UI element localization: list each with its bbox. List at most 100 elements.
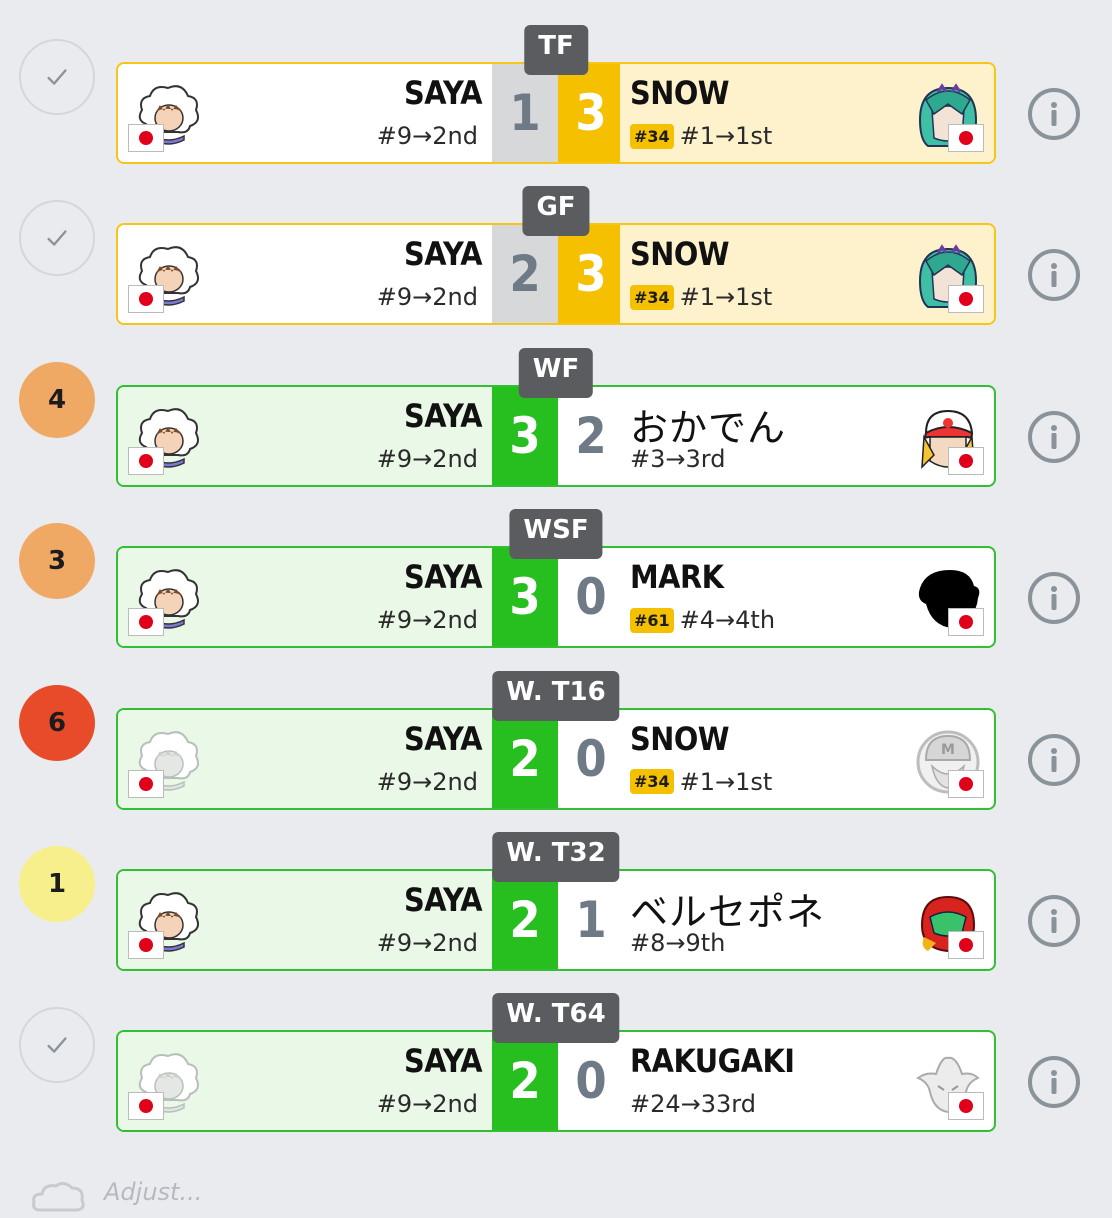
opponent-seed: #4→4th bbox=[679, 606, 776, 635]
badge-number: 3 bbox=[47, 546, 67, 577]
player-panel[interactable]: SAYA #9→2nd bbox=[118, 386, 492, 485]
opponent-seed-line: #34 #1→1st bbox=[630, 768, 772, 796]
match-status-badge[interactable]: 4 bbox=[19, 361, 95, 438]
info-icon bbox=[1051, 102, 1057, 126]
match-card[interactable]: SAYA #9→2nd 2 1 ベルセポネ #8→9th bbox=[116, 869, 996, 971]
match-status-badge[interactable] bbox=[19, 39, 95, 115]
player-name: SAYA bbox=[403, 719, 483, 758]
player-panel[interactable]: SAYA #9→2nd bbox=[118, 1032, 492, 1131]
match-card[interactable]: SAYA #9→2nd 3 0 MARK #61 #4→4th bbox=[116, 546, 996, 649]
player-seed-text: #9→2nd bbox=[376, 1090, 478, 1119]
japan-flag-icon bbox=[948, 446, 984, 475]
info-button[interactable] bbox=[1028, 572, 1080, 625]
info-button[interactable] bbox=[1028, 733, 1080, 786]
opponent-seed: #8→9th bbox=[630, 929, 726, 957]
opponent-score: 0 bbox=[558, 1032, 624, 1131]
japan-flag-icon bbox=[948, 124, 984, 152]
opponent-name: おかでん bbox=[630, 405, 787, 450]
opponent-panel[interactable]: SNOW #34 #1→1st M bbox=[620, 710, 994, 808]
player-name: SAYA bbox=[403, 396, 483, 435]
opponent-panel[interactable]: SNOW #34 #1→1st bbox=[620, 225, 994, 324]
svg-text:M: M bbox=[941, 742, 955, 758]
player-seed-text: #9→2nd bbox=[376, 444, 478, 473]
player-seed-text: #9→2nd bbox=[376, 929, 478, 957]
player-seed: #9→2nd bbox=[377, 929, 478, 957]
opponent-seed-line: #61 #4→4th bbox=[630, 606, 775, 634]
match-status-badge[interactable] bbox=[19, 1007, 95, 1084]
player-name: SAYA bbox=[403, 558, 483, 597]
round-label: W. T16 bbox=[492, 670, 620, 721]
match-card[interactable]: SAYA #9→2nd 2 0 SNOW #34 #1→1st M bbox=[116, 707, 996, 810]
cloud-icon bbox=[32, 1181, 85, 1212]
match-status-badge[interactable]: 6 bbox=[19, 684, 95, 761]
match-status-badge[interactable]: 1 bbox=[19, 846, 95, 922]
round-label: WSF bbox=[509, 509, 603, 560]
info-button[interactable] bbox=[1028, 88, 1080, 140]
opponent-name: RAKUGAKI bbox=[630, 1042, 795, 1081]
match-row[interactable]: 3 SAYA #9→2nd 3 0 MARK #61 #4→4th WSF bbox=[0, 484, 1112, 649]
match-status-badge[interactable] bbox=[19, 200, 95, 277]
opponent-score: 0 bbox=[558, 548, 624, 647]
opponent-seed: #1→1st bbox=[679, 283, 773, 312]
player-seed: #9→2nd bbox=[377, 1090, 478, 1118]
opponent-panel[interactable]: おかでん #3→3rd bbox=[620, 387, 994, 485]
player-score: 1 bbox=[492, 64, 558, 162]
match-card[interactable]: SAYA #9→2nd 3 2 おかでん #3→3rd bbox=[116, 384, 996, 487]
opponent-seed: #1→1st bbox=[679, 122, 773, 150]
opponent-rank-badge: #34 bbox=[630, 769, 674, 795]
player-seed-text: #9→2nd bbox=[376, 767, 478, 796]
player-score: 3 bbox=[492, 386, 558, 485]
info-icon bbox=[1051, 909, 1057, 933]
info-icon bbox=[1051, 586, 1057, 611]
round-label: W. T64 bbox=[492, 993, 620, 1044]
opponent-panel[interactable]: SNOW #34 #1→1st bbox=[620, 64, 994, 162]
footer-hint: Adjust... bbox=[30, 1178, 1030, 1212]
japan-flag-icon bbox=[128, 285, 164, 314]
player-panel[interactable]: SAYA #9→2nd bbox=[118, 709, 492, 808]
opponent-score: 1 bbox=[558, 871, 624, 969]
round-label: TF bbox=[524, 25, 588, 75]
opponent-panel[interactable]: ベルセポネ #8→9th bbox=[620, 871, 994, 969]
player-seed: #9→2nd bbox=[377, 122, 478, 150]
info-button[interactable] bbox=[1028, 895, 1080, 947]
japan-flag-icon bbox=[128, 931, 164, 959]
match-card[interactable]: SAYA #9→2nd 2 0 RAKUGAKI #24→33rd bbox=[116, 1030, 996, 1133]
opponent-score: 0 bbox=[558, 709, 624, 808]
opponent-name: SNOW bbox=[630, 74, 730, 112]
match-row[interactable]: SAYA #9→2nd 2 0 RAKUGAKI #24→33rd W. T64 bbox=[0, 968, 1112, 1133]
japan-flag-icon bbox=[128, 124, 164, 152]
player-panel[interactable]: SAYA #9→2nd bbox=[118, 225, 492, 323]
match-row[interactable]: 4 SAYA #9→2nd 3 2 おかでん #3→3rd WF bbox=[0, 323, 1112, 487]
opponent-panel[interactable]: MARK #61 #4→4th bbox=[620, 548, 994, 646]
player-seed: #9→2nd bbox=[377, 606, 478, 634]
japan-flag-icon bbox=[128, 769, 164, 798]
match-status-badge[interactable]: 3 bbox=[19, 523, 95, 600]
checkmark-icon bbox=[47, 230, 67, 247]
player-seed: #9→2nd bbox=[377, 768, 478, 796]
round-label: GF bbox=[522, 186, 590, 237]
match-row[interactable]: 1 SAYA #9→2nd 2 1 ベルセポネ #8→9th W. T32 bbox=[0, 807, 1112, 971]
match-card[interactable]: SAYA #9→2nd 2 3 SNOW #34 #1→1st bbox=[116, 223, 996, 326]
info-button[interactable] bbox=[1028, 410, 1080, 463]
checkmark-icon bbox=[47, 69, 67, 85]
opponent-seed-line: #8→9th bbox=[630, 929, 725, 957]
opponent-seed-line: #3→3rd bbox=[630, 445, 725, 473]
info-button[interactable] bbox=[1028, 249, 1080, 302]
player-seed-text: #9→2nd bbox=[376, 283, 478, 312]
info-button[interactable] bbox=[1028, 1056, 1080, 1109]
player-panel[interactable]: SAYA #9→2nd bbox=[118, 64, 492, 162]
japan-flag-icon bbox=[128, 608, 164, 637]
player-name: SAYA bbox=[403, 1042, 483, 1081]
match-row[interactable]: 6 SAYA #9→2nd 2 0 SNOW #34 #1→1st M W. T… bbox=[0, 646, 1112, 810]
match-card[interactable]: SAYA #9→2nd 1 3 SNOW #34 #1→1st bbox=[116, 62, 996, 164]
japan-flag-icon bbox=[948, 1092, 984, 1121]
match-row[interactable]: SAYA #9→2nd 1 3 SNOW #34 #1→1st TF bbox=[0, 0, 1112, 164]
round-label: WF bbox=[518, 347, 594, 398]
player-panel[interactable]: SAYA #9→2nd bbox=[118, 871, 492, 969]
badge-number: 1 bbox=[47, 869, 67, 899]
opponent-panel[interactable]: RAKUGAKI #24→33rd bbox=[620, 1032, 994, 1130]
match-row[interactable]: SAYA #9→2nd 2 3 SNOW #34 #1→1st GF bbox=[0, 161, 1112, 326]
opponent-seed: #1→1st bbox=[679, 767, 773, 796]
player-panel[interactable]: SAYA #9→2nd bbox=[118, 548, 492, 647]
player-score: 3 bbox=[492, 548, 558, 647]
